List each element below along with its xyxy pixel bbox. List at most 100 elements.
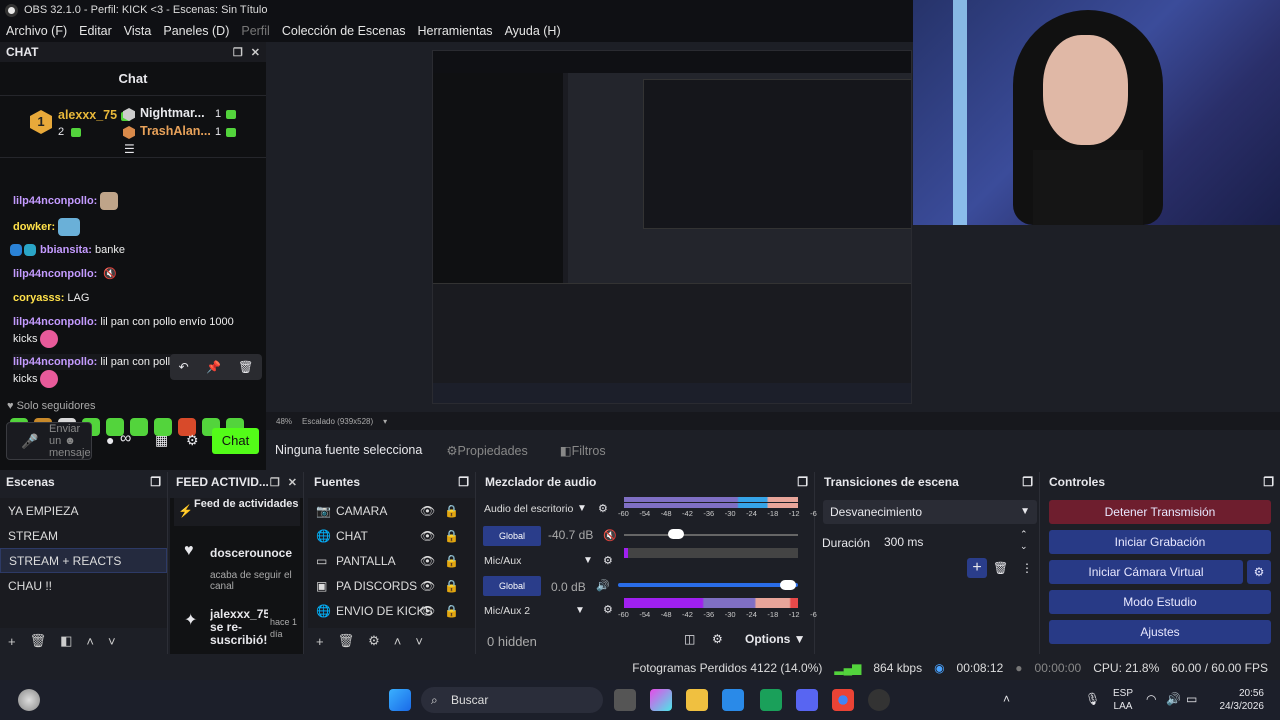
chevron-down-icon[interactable]: ▼ [575, 605, 585, 616]
file-explorer-icon[interactable] [686, 689, 708, 711]
float-icon[interactable]: ❐ [1263, 475, 1274, 489]
chat-username[interactable]: dowker: [13, 221, 55, 233]
chevron-down-icon[interactable]: ▼ [583, 555, 593, 566]
copilot-icon[interactable] [650, 689, 672, 711]
source-item[interactable]: 🌐 CHAT 👁 🔒 [308, 523, 475, 548]
global-button[interactable]: Global [483, 526, 541, 546]
scene-item[interactable]: CHAU !! [0, 573, 167, 598]
up-icon[interactable]: ˄ [86, 634, 94, 649]
emote-icon[interactable] [130, 418, 148, 436]
stepper-icon[interactable]: ⌃ ⌄ [1020, 528, 1028, 552]
chat-send-button[interactable]: Chat [212, 428, 259, 454]
battery-icon[interactable]: ▭ [1186, 692, 1197, 706]
up-icon[interactable]: ˄ [394, 634, 402, 649]
float-icon[interactable]: ❐ [797, 475, 808, 489]
chat-username[interactable]: lilp44nconpollo: [13, 195, 97, 207]
float-icon[interactable]: ❐ [233, 46, 243, 59]
reply-icon[interactable]: ↶ [179, 360, 189, 374]
infinity-icon[interactable]: ∞ [120, 430, 131, 448]
pin-icon[interactable]: 📌 [206, 360, 221, 374]
float-icon[interactable]: ❐ [1022, 475, 1033, 489]
notepad-icon[interactable] [722, 689, 744, 711]
more-icon[interactable]: ⋮ [1021, 561, 1033, 575]
virtual-camera-button[interactable]: Iniciar Cámara Virtual [1049, 560, 1243, 584]
virtual-camera-settings-icon[interactable]: ⚙ [1247, 560, 1271, 584]
source-item[interactable]: ▣ PA DISCORDS 👁 🔒 [308, 573, 475, 598]
properties-button[interactable]: ⚙Propiedades [438, 439, 535, 462]
trash-icon[interactable]: 🗑 [30, 633, 47, 649]
muted-speaker-icon[interactable]: 🔇 [603, 529, 617, 542]
emotes-icon[interactable]: ● [106, 432, 114, 448]
speaker-icon[interactable]: 🔊 [596, 579, 610, 592]
down-icon[interactable]: ˅ [108, 634, 116, 649]
taskbar-search[interactable]: ⌕ Buscar [421, 687, 603, 713]
menu-vista[interactable]: Vista [118, 24, 158, 38]
clock[interactable]: 20:56 24/3/2026 [1214, 687, 1265, 713]
add-transition-button[interactable]: + [967, 558, 987, 578]
discord-icon[interactable] [796, 689, 818, 711]
menu-perfil[interactable]: Perfil [235, 24, 275, 38]
tray-expand-icon[interactable]: ˄ [1003, 692, 1010, 706]
gear-icon[interactable]: ⚙ [368, 633, 380, 649]
menu-ayuda[interactable]: Ayuda (H) [499, 24, 567, 38]
scene-item-selected[interactable]: STREAM + REACTS [0, 548, 167, 573]
chat-username[interactable]: bbiansita: [40, 244, 92, 256]
float-icon[interactable]: ❐ [458, 475, 469, 489]
settings-button[interactable]: Ajustes [1049, 620, 1271, 644]
expand-icon[interactable]: ☰ [124, 142, 135, 156]
delete-icon[interactable]: 🗑 [238, 360, 253, 374]
options-button[interactable]: Options ▼ [745, 632, 806, 646]
scene-item[interactable]: STREAM [0, 523, 167, 548]
transition-select[interactable]: Desvanecimiento ▼ [823, 500, 1037, 524]
start-recording-button[interactable]: Iniciar Grabación [1049, 530, 1271, 554]
language-indicator[interactable]: ESP LAA [1113, 687, 1133, 713]
filter-icon[interactable]: ◧ [60, 633, 72, 649]
volume-slider[interactable] [780, 580, 796, 590]
menu-paneles[interactable]: Paneles (D) [157, 24, 235, 38]
settings-icon[interactable]: ⚙ [598, 502, 608, 515]
float-icon[interactable]: ❐ [270, 476, 280, 489]
scene-item[interactable]: YA EMPIEZA [0, 498, 167, 523]
close-icon[interactable]: ✕ [251, 46, 260, 59]
microphone-icon[interactable]: 🎤 [21, 433, 38, 450]
trash-icon[interactable]: 🗑 [338, 633, 355, 649]
chrome-icon[interactable] [832, 689, 854, 711]
scaling-value[interactable]: Escalado (939x528) [302, 417, 373, 426]
chat-username[interactable]: coryasss: [13, 292, 64, 304]
studio-mode-button[interactable]: Modo Estudio [1049, 590, 1271, 614]
source-item[interactable]: 📷 CAMARA 👁 🔒 [308, 498, 475, 523]
obs-icon[interactable] [868, 689, 890, 711]
chat-username[interactable]: lilp44nconpollo: [13, 356, 97, 368]
menu-herramientas[interactable]: Herramientas [412, 24, 499, 38]
chat-username[interactable]: lilp44nconpollo: [13, 316, 97, 328]
volume-icon[interactable]: 🔊 [1166, 692, 1181, 706]
chevron-down-icon[interactable]: ▼ [577, 503, 587, 514]
layout-icon[interactable]: ◫ [684, 632, 695, 646]
chat-message-input[interactable]: 🎤 Enviar un ☻ mensaje [6, 422, 92, 460]
filters-button[interactable]: ◧Filtros [552, 439, 614, 462]
zoom-value[interactable]: 48% [276, 417, 292, 426]
microphone-tray-icon[interactable]: 🎙 [1085, 692, 1100, 706]
chat-username[interactable]: lilp44nconpollo: [13, 268, 97, 280]
settings-icon[interactable]: ⚙ [186, 432, 199, 449]
chevron-down-icon[interactable]: ▾ [383, 417, 387, 426]
close-icon[interactable]: ✕ [288, 476, 297, 489]
advanced-audio-icon[interactable]: ⚙ [712, 632, 723, 646]
global-button[interactable]: Global [483, 576, 541, 596]
windows-start-icon[interactable] [389, 689, 411, 711]
trash-icon[interactable]: 🗑 [993, 561, 1008, 575]
volume-slider[interactable] [668, 529, 684, 539]
spotify-icon[interactable] [760, 689, 782, 711]
settings-icon[interactable]: ⚙ [603, 603, 613, 616]
weather-icon[interactable] [18, 689, 40, 711]
down-icon[interactable]: ˅ [415, 634, 423, 649]
menu-coleccion[interactable]: Colección de Escenas [276, 24, 412, 38]
wifi-icon[interactable]: ◠ [1146, 692, 1156, 706]
duration-input[interactable]: 300 ms [877, 530, 1019, 554]
menu-editar[interactable]: Editar [73, 24, 118, 38]
add-icon[interactable]: + [316, 634, 324, 649]
add-icon[interactable]: + [8, 634, 16, 649]
settings-icon[interactable]: ⚙ [603, 554, 613, 567]
task-view-icon[interactable] [614, 689, 636, 711]
source-item[interactable]: 🌐 ENVIO DE KICKS 👁 🔒 [308, 598, 475, 623]
